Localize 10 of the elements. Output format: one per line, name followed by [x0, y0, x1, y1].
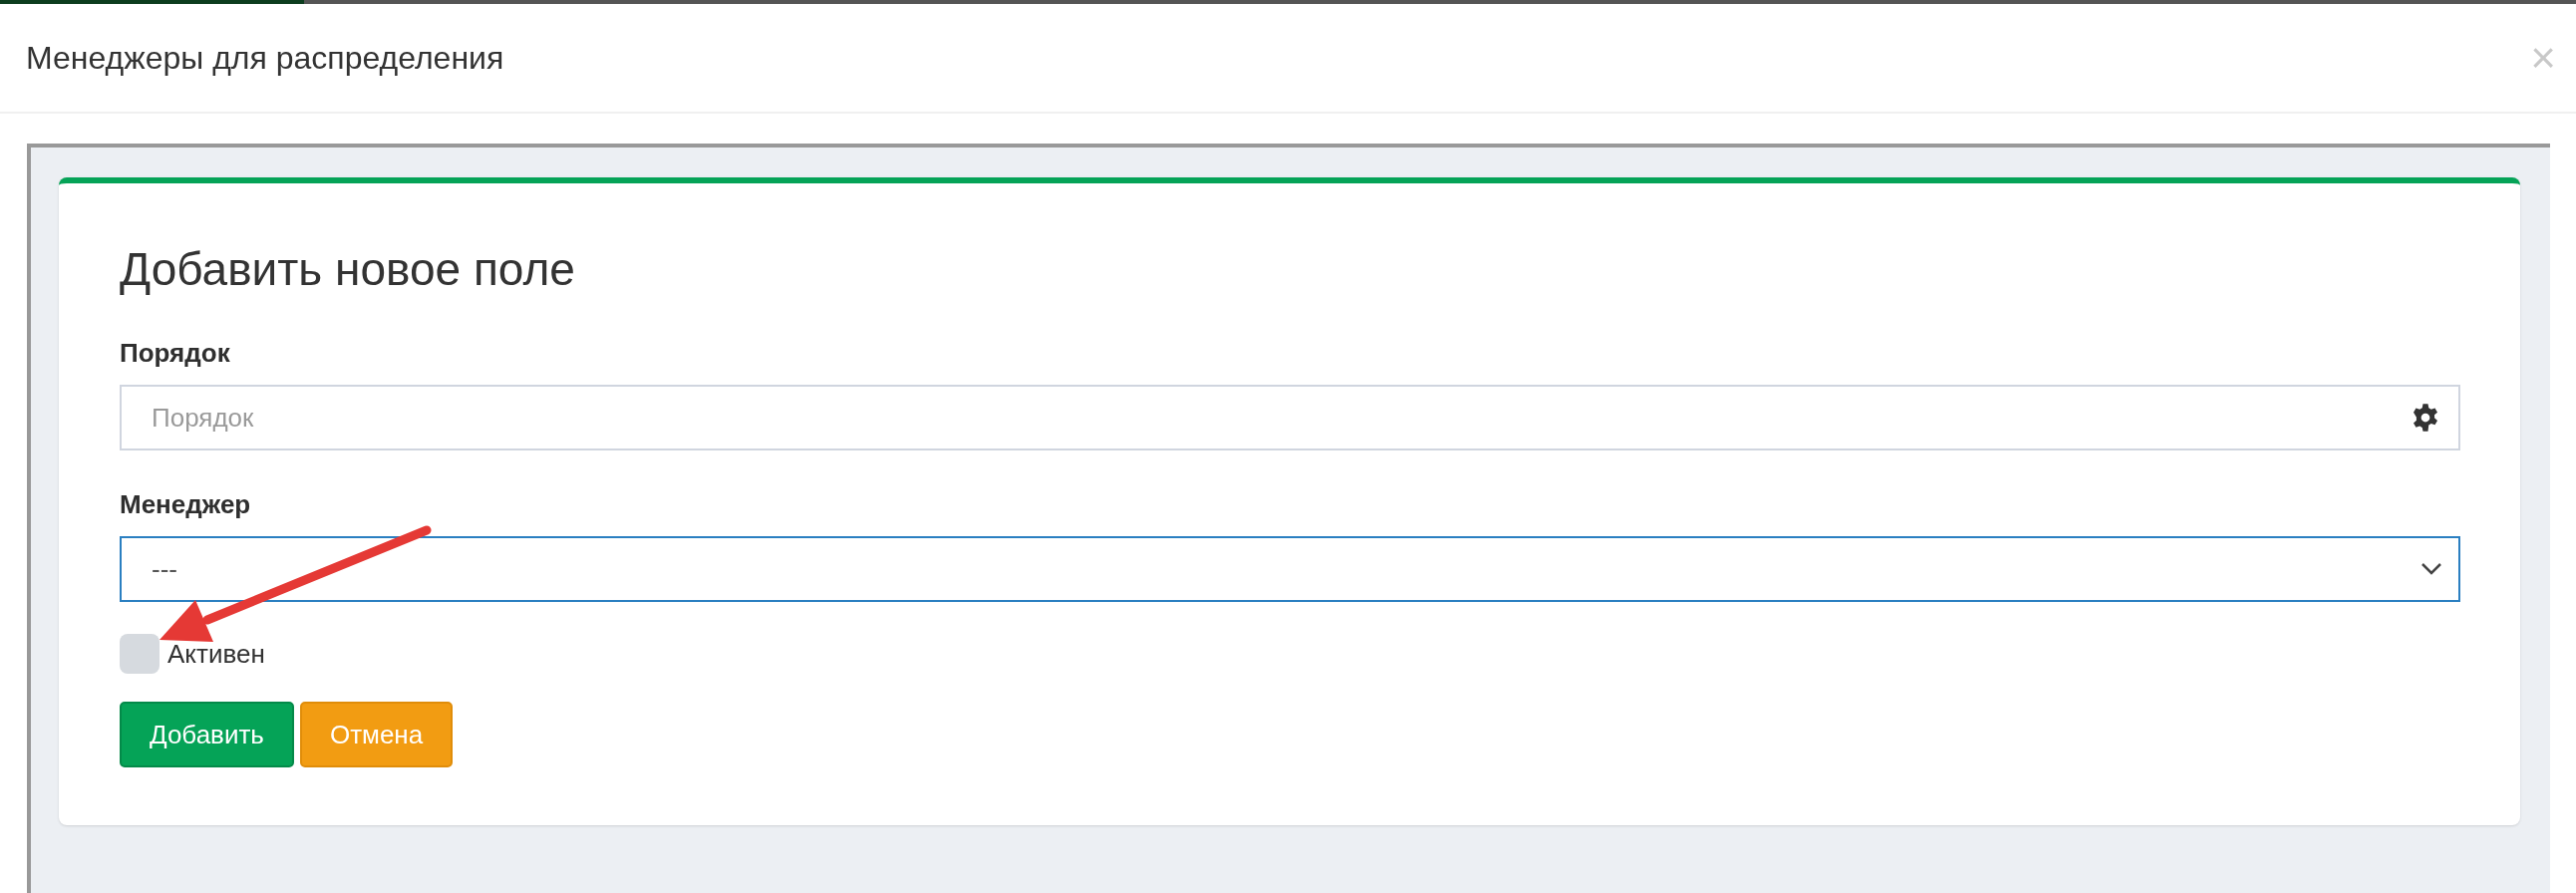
form-heading: Добавить новое поле: [120, 242, 576, 297]
checkbox-label: Активен: [167, 637, 265, 671]
field-label: Порядок: [120, 337, 230, 369]
cancel-button[interactable]: Отмена: [299, 702, 454, 767]
add-button[interactable]: Добавить: [120, 702, 294, 767]
select-field[interactable]: ---: [120, 536, 2460, 602]
field-label: Менеджер: [120, 488, 251, 520]
close-button[interactable]: ×: [2530, 36, 2556, 80]
input-field[interactable]: Порядок: [120, 385, 2460, 450]
dialog-title: Менеджеры для распределения: [26, 39, 504, 78]
